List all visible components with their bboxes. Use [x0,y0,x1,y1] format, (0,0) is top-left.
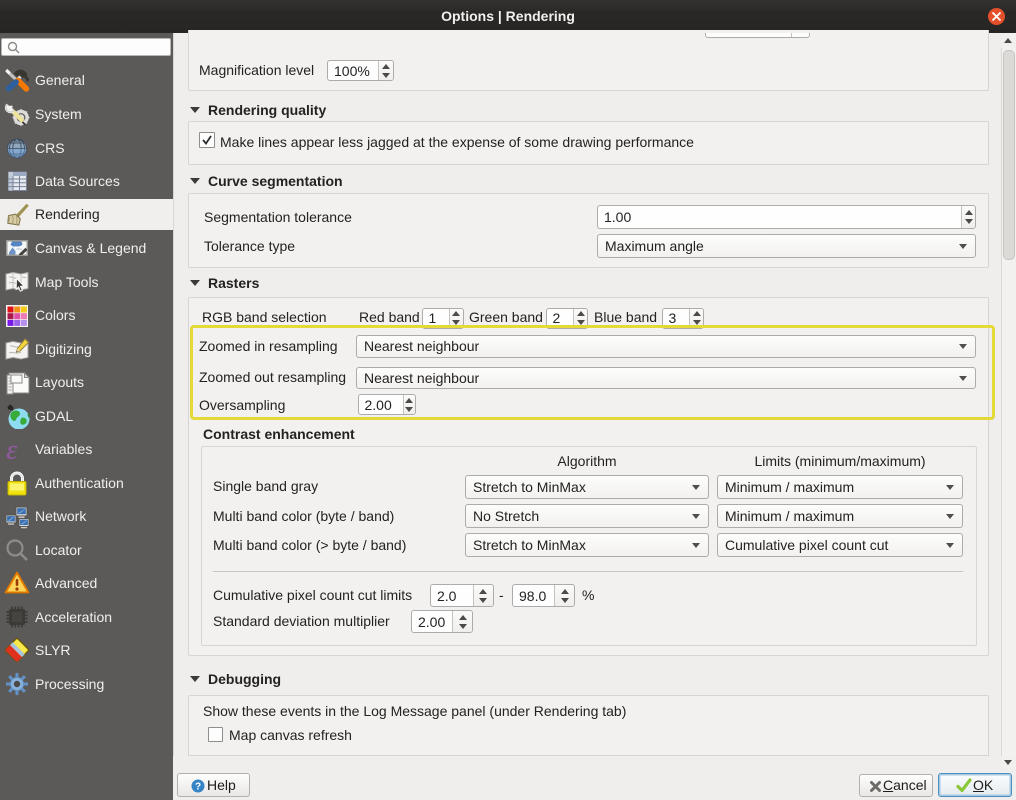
svg-text:?: ? [195,781,201,792]
svg-text:ε: ε [7,436,18,462]
